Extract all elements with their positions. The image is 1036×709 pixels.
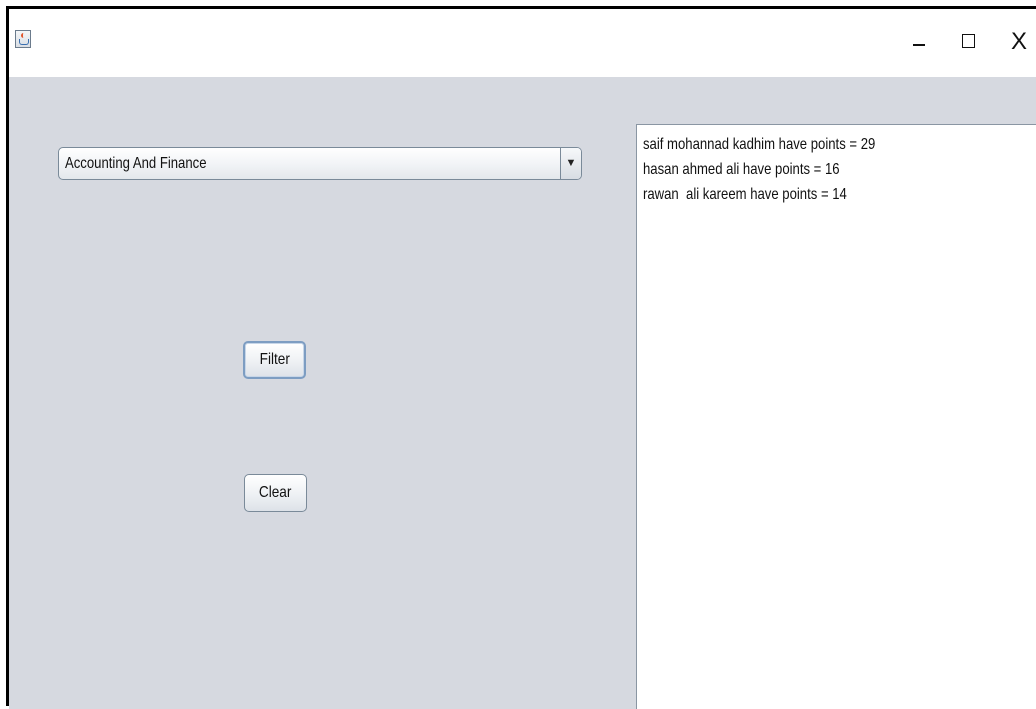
filter-button-label: Filter	[259, 351, 290, 368]
result-line: hasan ahmed ali have points = 16	[643, 161, 840, 178]
minimize-button[interactable]	[904, 27, 934, 57]
steam-shape	[21, 33, 26, 38]
filter-button[interactable]: Filter	[243, 341, 306, 379]
clear-button[interactable]: Clear	[244, 474, 307, 512]
java-cup-icon[interactable]	[15, 30, 31, 48]
result-line: rawan ali kareem have points = 14	[643, 186, 847, 203]
department-select[interactable]: Accounting And Finance ▼	[58, 147, 582, 180]
department-select-value: Accounting And Finance	[65, 155, 207, 172]
maximize-button[interactable]	[954, 27, 984, 57]
minimize-icon	[913, 44, 925, 46]
clear-button-label: Clear	[259, 484, 292, 501]
dropdown-arrow-icon[interactable]: ▼	[560, 148, 581, 179]
results-text-area[interactable]: saif mohannad kadhim have points = 29 ha…	[636, 124, 1036, 709]
app-window: X Accounting And Finance ▼ Filter Clear …	[6, 6, 1036, 709]
result-line: saif mohannad kadhim have points = 29	[643, 136, 876, 153]
maximize-icon	[962, 34, 975, 48]
main-panel: Accounting And Finance ▼ Filter Clear sa…	[9, 77, 1036, 709]
title-bar: X	[9, 9, 1036, 77]
close-button[interactable]: X	[1004, 27, 1034, 57]
cup-shape	[19, 39, 29, 45]
